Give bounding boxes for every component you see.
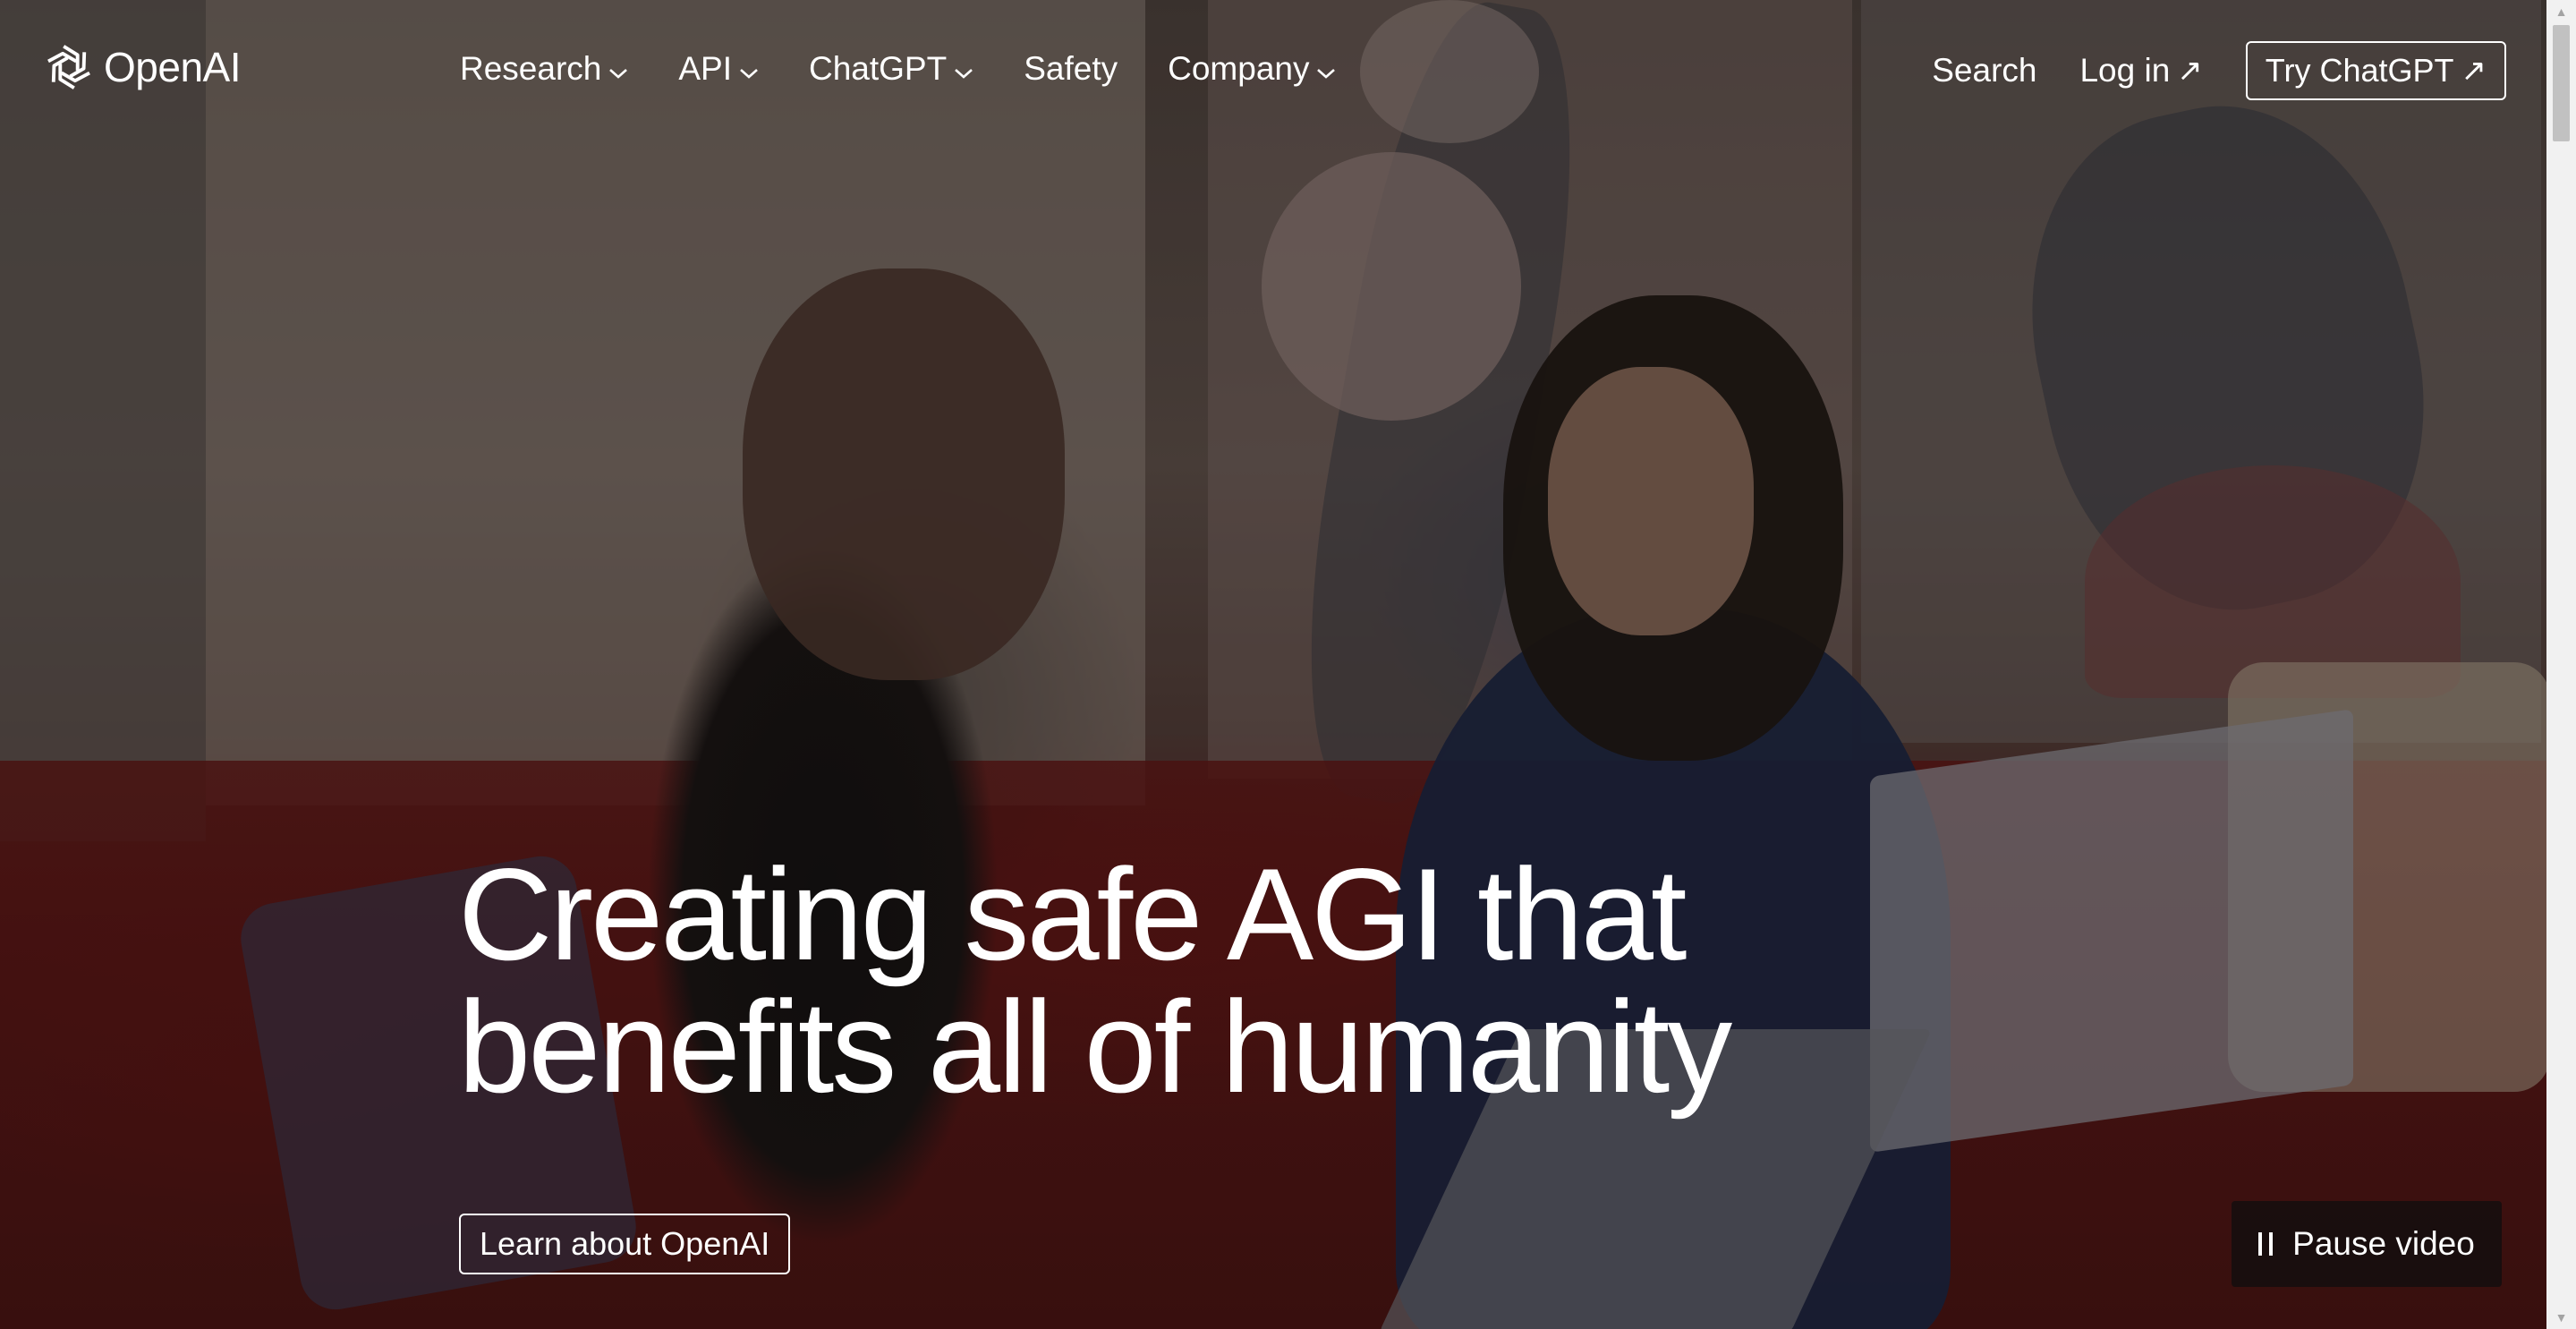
dark-overlay bbox=[0, 0, 2546, 1329]
hero-video-background bbox=[0, 0, 2546, 1329]
nav-item-label: API bbox=[678, 50, 732, 87]
chevron-down-icon bbox=[739, 50, 759, 88]
home-logo-link[interactable]: OpenAI bbox=[41, 39, 242, 95]
login-label: Log in bbox=[2079, 52, 2171, 89]
chevron-down-icon bbox=[954, 50, 973, 88]
nav-item-company[interactable]: Company bbox=[1168, 50, 1336, 88]
scroll-down-arrow-icon[interactable]: ▼ bbox=[2546, 1306, 2576, 1329]
page-scrollbar[interactable]: ▲ ▼ bbox=[2546, 0, 2576, 1329]
search-button[interactable]: Search bbox=[1932, 52, 2036, 89]
nav-item-label: ChatGPT bbox=[809, 50, 948, 87]
pause-video-label: Pause video bbox=[2292, 1225, 2475, 1262]
nav-item-api[interactable]: API bbox=[678, 50, 759, 88]
nav-item-label: Company bbox=[1168, 50, 1310, 87]
scrollbar-thumb[interactable] bbox=[2553, 25, 2570, 141]
learn-about-openai-button[interactable]: Learn about OpenAI bbox=[459, 1214, 791, 1274]
nav-item-research[interactable]: Research bbox=[460, 50, 628, 88]
chevron-down-icon bbox=[1316, 50, 1336, 88]
brand-name: OpenAI bbox=[104, 44, 242, 90]
main-menu: Research API ChatGPT Safety Company bbox=[460, 50, 1386, 88]
nav-actions: Search Log in ↗ Try ChatGPT ↗ bbox=[1932, 41, 2506, 100]
login-link[interactable]: Log in ↗ bbox=[2079, 52, 2202, 89]
chevron-down-icon bbox=[608, 50, 628, 88]
scroll-up-arrow-icon[interactable]: ▲ bbox=[2546, 0, 2576, 23]
external-arrow-icon: ↗ bbox=[2177, 54, 2203, 88]
pause-icon bbox=[2258, 1232, 2274, 1256]
try-chatgpt-label: Try ChatGPT bbox=[2265, 52, 2454, 89]
nav-item-safety[interactable]: Safety bbox=[1024, 50, 1118, 88]
nav-item-label: Research bbox=[460, 50, 602, 87]
try-chatgpt-button[interactable]: Try ChatGPT ↗ bbox=[2245, 41, 2506, 100]
top-navigation: OpenAI Research API ChatGPT Safety Compa… bbox=[0, 0, 2546, 143]
external-arrow-icon: ↗ bbox=[2461, 54, 2487, 88]
headline-line-1: Creating safe AGI that bbox=[458, 841, 1687, 987]
nav-item-label: Safety bbox=[1024, 50, 1118, 87]
nav-item-chatgpt[interactable]: ChatGPT bbox=[809, 50, 973, 88]
hero-headline: Creating safe AGI that benefits all of h… bbox=[458, 848, 1890, 1113]
headline-line-2: benefits all of humanity bbox=[458, 974, 1732, 1120]
openai-logo-icon bbox=[41, 39, 97, 95]
pause-video-button[interactable]: Pause video bbox=[2232, 1201, 2502, 1287]
